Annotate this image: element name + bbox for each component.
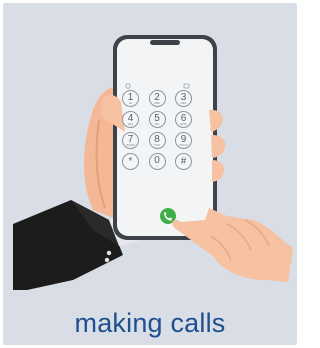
key-2: 2 ABC (148, 90, 166, 107)
key-letters: GHI (127, 121, 134, 126)
key-letters: DEF (180, 100, 187, 105)
key-letters: PQRS (126, 142, 135, 147)
key-1: 1 oo (122, 90, 139, 107)
key-letters: ABC (153, 100, 161, 105)
keypad-row: * 0 + # (122, 153, 192, 170)
key-hash: # (175, 153, 192, 170)
key-letters: JKL (154, 121, 160, 126)
key-letters: oo (128, 100, 133, 105)
keypad-row: 7 PQRS 8 TUV 9 WXYZ (122, 132, 192, 149)
keypad-row: 1 oo 2 ABC 3 DEF (122, 90, 192, 107)
key-star: * (122, 153, 139, 170)
key-3: 3 DEF (175, 90, 192, 107)
key-digit: # (180, 156, 187, 167)
key-5: 5 JKL (148, 111, 166, 128)
key-9: 9 WXYZ (175, 132, 192, 149)
key-letters: TUV (154, 142, 160, 147)
key-4: 4 GHI (122, 111, 139, 128)
keypad-row: 4 GHI 5 JKL 6 MNO (122, 111, 192, 128)
key-letters: WXYZ (179, 142, 188, 147)
caption: making calls (74, 308, 226, 338)
key-0: 0 + (148, 153, 166, 170)
key-digit: * (128, 156, 133, 167)
card: 1 oo 2 ABC 3 DEF 4 GHI 5 JKL 6 MNO 7 PQRS 8 TUV 9 WXYZ * 0 +… (3, 3, 297, 345)
key-8: 8 TUV (148, 132, 166, 149)
key-7: 7 PQRS (122, 132, 139, 149)
key-6: 6 MNO (175, 111, 192, 128)
key-letters: + (156, 163, 158, 168)
key-letters: MNO (180, 121, 187, 126)
keypad: 1 oo 2 ABC 3 DEF 4 GHI 5 JKL 6 MNO 7 PQRS 8 TUV 9 WXYZ * 0 +… (122, 90, 192, 174)
